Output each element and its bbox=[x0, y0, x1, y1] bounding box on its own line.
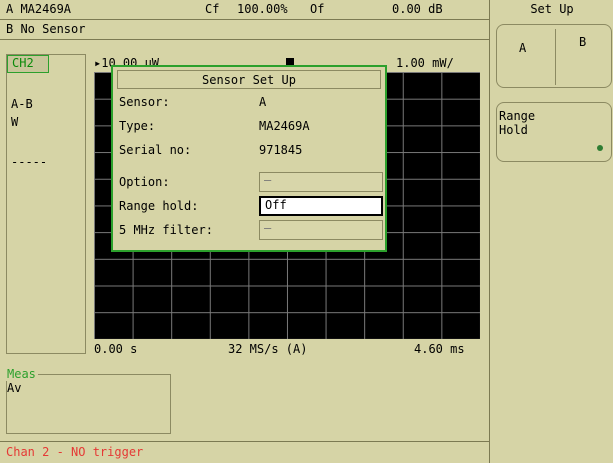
sensor-label: Sensor: bbox=[119, 95, 170, 109]
x-axis-start: 0.00 s bbox=[94, 342, 138, 356]
sensor-select-key[interactable]: A B bbox=[496, 24, 612, 88]
type-value: MA2469A bbox=[259, 119, 310, 133]
indicator-led-icon bbox=[597, 145, 603, 151]
range-hold-label: Range Hold bbox=[499, 109, 536, 137]
channel-label[interactable]: CH2 bbox=[7, 55, 49, 73]
option-field[interactable]: – bbox=[259, 172, 383, 192]
channel-unit: W bbox=[11, 115, 19, 129]
cf-value: 100.00% bbox=[237, 2, 288, 16]
dialog-title: Sensor Set Up bbox=[117, 70, 381, 89]
sensor-value: A bbox=[259, 95, 267, 109]
range-hold-button[interactable]: Range Hold bbox=[496, 102, 612, 162]
trigger-status: Chan 2 - NO trigger bbox=[6, 445, 144, 459]
tab-divider bbox=[555, 29, 556, 85]
tab-a[interactable]: A bbox=[519, 41, 526, 55]
option-label: Option: bbox=[119, 175, 170, 189]
meas-title: Meas bbox=[5, 367, 38, 381]
softkey-menu: Set Up A B Range Hold bbox=[489, 0, 613, 463]
of-value: 0.00 dB bbox=[392, 2, 443, 16]
tab-b[interactable]: B bbox=[579, 35, 586, 49]
channel-expression: A-B bbox=[11, 97, 33, 111]
status-bar: A MA2469A Cf 100.00% Of 0.00 dB bbox=[0, 0, 489, 20]
type-label: Type: bbox=[119, 119, 156, 133]
channel-panel: CH2 A-B W ----- bbox=[6, 54, 86, 354]
x-axis-end: 4.60 ms bbox=[414, 342, 465, 356]
sensor-a-status: A MA2469A bbox=[6, 2, 72, 16]
filter-label: 5 MHz filter: bbox=[119, 223, 213, 237]
channel-line-style: ----- bbox=[11, 155, 48, 169]
range-hold-field[interactable]: Off bbox=[259, 196, 383, 216]
meas-value: Av bbox=[7, 381, 22, 395]
of-label: Of bbox=[310, 2, 325, 16]
serial-label: Serial no: bbox=[119, 143, 192, 157]
meas-panel: Meas Av bbox=[5, 367, 171, 434]
cf-label: Cf bbox=[205, 2, 220, 16]
x-axis-center: 32 MS/s (A) bbox=[228, 342, 308, 356]
sensor-setup-dialog: Sensor Set Up Sensor: A Type: MA2469A Se… bbox=[111, 65, 387, 252]
sensor-b-status: B No Sensor bbox=[6, 22, 86, 36]
filter-field[interactable]: – bbox=[259, 220, 383, 240]
serial-value: 971845 bbox=[259, 143, 303, 157]
status-line: Chan 2 - NO trigger bbox=[0, 441, 489, 463]
sensor-b-bar: B No Sensor bbox=[0, 20, 489, 40]
range-hold-dialog-label: Range hold: bbox=[119, 199, 199, 213]
y-scale-top-right: 1.00 mW/ bbox=[396, 56, 454, 70]
menu-title: Set Up bbox=[530, 2, 574, 16]
